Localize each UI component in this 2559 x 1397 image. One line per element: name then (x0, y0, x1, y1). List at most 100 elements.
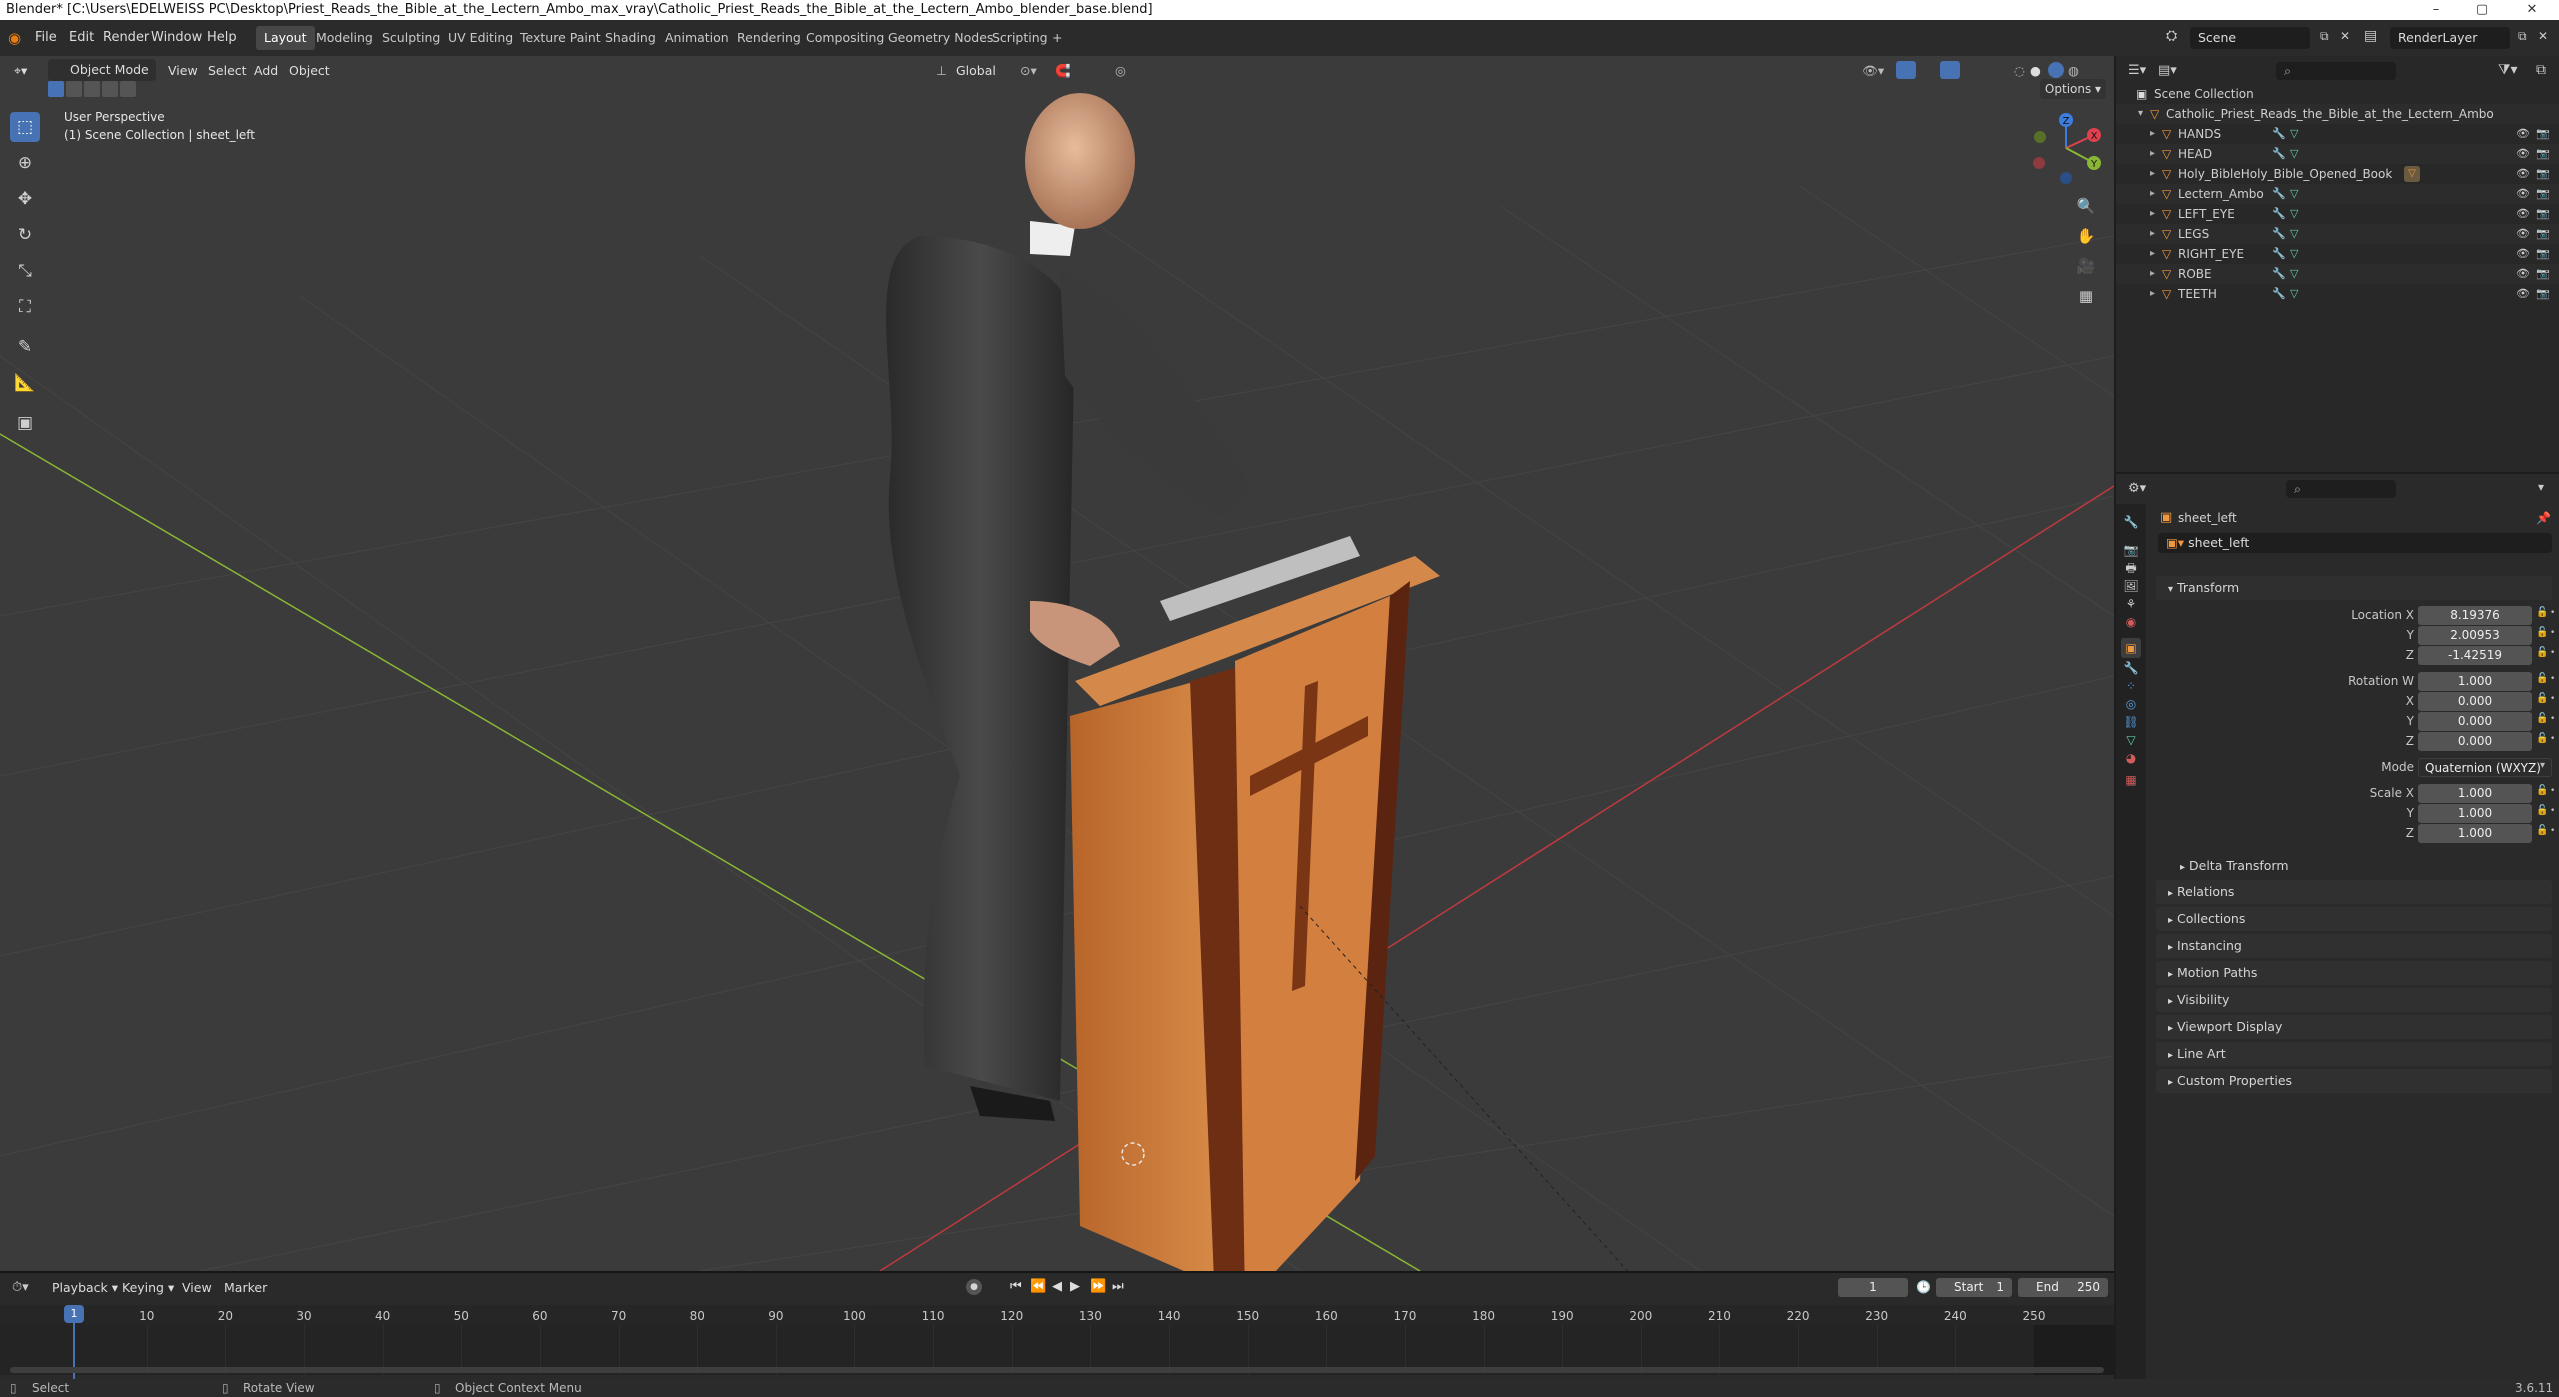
tab-texture-paint[interactable]: Texture Paint (512, 26, 609, 50)
current-frame-field[interactable]: 1 (1838, 1278, 1908, 1297)
render-camera-icon[interactable]: 📷 (2536, 244, 2550, 264)
tab-rendering[interactable]: Rendering (729, 26, 809, 50)
outliner-row-collection[interactable]: ▾ ▽ Catholic_Priest_Reads_the_Bible_at_t… (2116, 104, 2559, 124)
select-box-extend-icon[interactable] (66, 81, 82, 97)
chevron-right-icon[interactable]: ▸ (2150, 184, 2155, 204)
section-line-art[interactable]: ▸ Line Art (2156, 1042, 2552, 1066)
section-motion-paths[interactable]: ▸ Motion Paths (2156, 961, 2552, 985)
menu-timeline-view[interactable]: View (182, 1276, 212, 1300)
menu-select[interactable]: Select (208, 59, 247, 83)
outliner-search-input[interactable]: ⌕ (2276, 62, 2396, 80)
maximize-button[interactable]: ▢ (2459, 0, 2505, 20)
mode-selector[interactable]: Object Mode (48, 59, 156, 81)
options-dropdown[interactable]: Options ▾ (2040, 79, 2106, 99)
playhead[interactable]: 1 (64, 1305, 84, 1323)
outliner-row-object[interactable]: ▸ ▽ LEGS 🔧 ▽ 👁 📷 (2116, 224, 2559, 244)
rotation-mode-dropdown[interactable]: Quaternion (WXYZ) (2418, 758, 2552, 777)
section-viewport-display[interactable]: ▸ Viewport Display (2156, 1015, 2552, 1039)
object-name-field[interactable]: ▣▾ sheet_left (2158, 533, 2552, 553)
tab-uv-editing[interactable]: UV Editing (440, 26, 521, 50)
menu-add[interactable]: Add (254, 59, 278, 83)
keyframe-dot-icon[interactable]: • (2550, 648, 2555, 658)
new-scene-icon[interactable]: ⧉ (2320, 29, 2329, 44)
display-mode-icon[interactable]: ▤▾ (2158, 63, 2177, 78)
render-camera-icon[interactable]: 📷 (2536, 204, 2550, 224)
chevron-right-icon[interactable]: ▸ (2150, 124, 2155, 144)
section-custom-properties[interactable]: ▸ Custom Properties (2156, 1069, 2552, 1093)
perspective-toggle-icon[interactable]: ▦ (2072, 282, 2100, 310)
pin-icon[interactable]: 📌 (2536, 511, 2551, 525)
location-y-field[interactable]: 2.00953 (2418, 626, 2532, 645)
render-camera-icon[interactable]: 📷 (2536, 164, 2550, 184)
timeline-editor-icon[interactable]: ⏱▾ (12, 1280, 29, 1295)
outliner-row-object[interactable]: ▸ ▽ LEFT_EYE 🔧 ▽ 👁 📷 (2116, 204, 2559, 224)
outliner-row-object[interactable]: ▸ ▽ HEAD 🔧 ▽ 👁 📷 (2116, 144, 2559, 164)
chevron-right-icon[interactable]: ▸ (2150, 224, 2155, 244)
tool-tab-icon[interactable]: 🔧 (2121, 512, 2141, 532)
end-frame-field[interactable]: End 250 (2018, 1278, 2108, 1297)
add-workspace-button[interactable]: + (1044, 26, 1070, 50)
lock-icon[interactable]: 🔓 (2536, 673, 2548, 684)
keyframe-dot-icon[interactable]: • (2550, 826, 2555, 836)
cursor-tool[interactable]: ⊕ (10, 148, 40, 178)
delete-view-layer-icon[interactable]: ✕ (2538, 29, 2548, 43)
particles-tab-icon[interactable]: ⁘ (2121, 676, 2141, 696)
delta-transform-section[interactable]: ▸ Delta Transform (2168, 854, 2552, 878)
measure-tool[interactable]: 📐 (10, 368, 40, 398)
select-box-intersect-icon[interactable] (102, 81, 118, 97)
clock-icon[interactable]: 🕒 (1916, 1280, 1931, 1294)
scale-z-field[interactable]: 1.000 (2418, 824, 2532, 843)
menu-keying[interactable]: Keying ▾ (122, 1276, 174, 1300)
zoom-icon[interactable]: 🔍 (2072, 192, 2100, 220)
visibility-eye-icon[interactable]: 👁 (2516, 184, 2530, 204)
play-icon[interactable]: ▶ (1070, 1275, 1080, 1299)
render-tab-icon[interactable]: 📷 (2121, 540, 2141, 560)
timeline-scrollbar[interactable] (10, 1367, 2104, 1373)
panel-options-icon[interactable]: ▾ (2538, 480, 2544, 494)
section-visibility[interactable]: ▸ Visibility (2156, 988, 2552, 1012)
lock-icon[interactable]: 🔓 (2536, 607, 2548, 618)
chevron-right-icon[interactable]: ▸ (2150, 204, 2155, 224)
constraints-tab-icon[interactable]: ⛓ (2121, 712, 2141, 732)
visibility-eye-icon[interactable]: 👁 (2516, 244, 2530, 264)
proportional-edit-icon[interactable]: ◎ (1115, 59, 1126, 83)
render-camera-icon[interactable]: 📷 (2536, 264, 2550, 284)
view-layer-tab-icon[interactable]: 🖼 (2121, 576, 2141, 596)
jump-end-icon[interactable]: ⏭ (1112, 1275, 1124, 1299)
rotation-y-field[interactable]: 0.000 (2418, 712, 2532, 731)
lock-icon[interactable]: 🔓 (2536, 693, 2548, 704)
location-x-field[interactable]: 8.19376 (2418, 606, 2532, 625)
chevron-right-icon[interactable]: ▸ (2150, 264, 2155, 284)
keyframe-dot-icon[interactable]: • (2550, 628, 2555, 638)
lock-icon[interactable]: 🔓 (2536, 713, 2548, 724)
section-relations[interactable]: ▸ Relations (2156, 880, 2552, 904)
blender-logo-icon[interactable]: ◉ (8, 29, 26, 47)
orientation-selector[interactable]: Global (956, 59, 996, 83)
record-icon[interactable]: ● (966, 1279, 982, 1295)
select-box-new-icon[interactable] (48, 81, 64, 97)
menu-view[interactable]: View (168, 59, 198, 83)
select-box-invert-icon[interactable] (120, 81, 136, 97)
gizmo-toggle-icon[interactable] (1896, 61, 1916, 79)
render-camera-icon[interactable]: 📷 (2536, 184, 2550, 204)
scene-selector[interactable]: Scene (2190, 27, 2310, 49)
data-tab-icon[interactable]: ▽ (2121, 730, 2141, 750)
scale-tool[interactable]: ⤡ (10, 256, 40, 286)
tab-compositing[interactable]: Compositing (798, 26, 892, 50)
lock-icon[interactable]: 🔓 (2536, 647, 2548, 658)
outliner-row-object[interactable]: ▸ ▽ Lectern_Ambo 🔧 ▽ 👁 📷 (2116, 184, 2559, 204)
editor-type-icon[interactable]: ⌖▾ (14, 59, 27, 83)
navigation-gizmo[interactable]: Z X Y (2026, 108, 2106, 188)
lock-icon[interactable]: 🔓 (2536, 825, 2548, 836)
object-tab-icon[interactable]: ▣ (2121, 638, 2141, 658)
jump-next-key-icon[interactable]: ⏩ (1090, 1275, 1106, 1299)
world-tab-icon[interactable]: ◉ (2121, 612, 2141, 632)
play-reverse-icon[interactable]: ◀ (1052, 1275, 1062, 1299)
rotation-z-field[interactable]: 0.000 (2418, 732, 2532, 751)
menu-file[interactable]: File (28, 26, 64, 50)
keyframe-dot-icon[interactable]: • (2550, 694, 2555, 704)
render-camera-icon[interactable]: 📷 (2536, 284, 2550, 304)
visibility-eye-icon[interactable]: 👁 (2516, 124, 2530, 144)
jump-prev-key-icon[interactable]: ⏪ (1030, 1275, 1046, 1299)
delete-scene-icon[interactable]: ✕ (2340, 29, 2350, 43)
